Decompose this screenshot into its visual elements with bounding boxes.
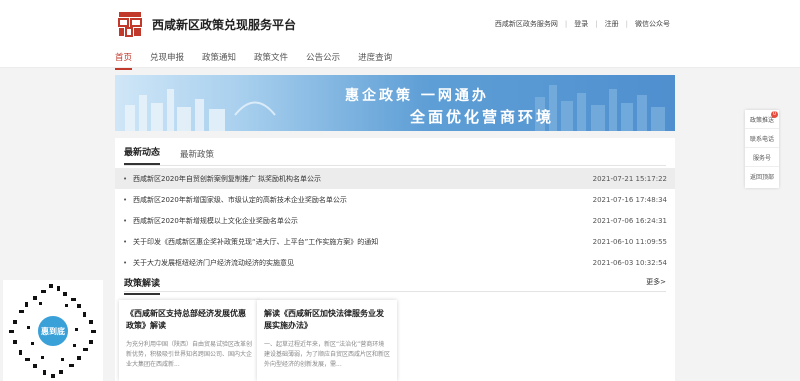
qr-label: 惠到底	[36, 314, 70, 348]
nav-apply[interactable]: 兑现申报	[150, 51, 184, 70]
banner-slogan-2: 全面优化营商环境	[410, 108, 555, 126]
skyline-illustration	[125, 89, 276, 131]
divider: |	[564, 20, 568, 28]
news-item[interactable]: • 西咸新区2020年自贸创新案例复制推广 拟奖励机构名单公示 2021-07-…	[115, 168, 675, 189]
nav-notices[interactable]: 政策通知	[202, 51, 236, 70]
news-title[interactable]: 关于印发《西咸新区惠企奖补政策兑现“进大厅、上平台”工作实施方案》的通知	[133, 237, 587, 247]
policy-card[interactable]: 解读《西咸新区加快法律服务业发展实施办法》 一、起草过程近年来，新区“法治化”营…	[257, 300, 397, 381]
tab-latest-policy[interactable]: 最新政策	[180, 148, 214, 165]
sidebar-item-phone[interactable]: 联系电话	[745, 129, 779, 148]
news-item[interactable]: • 关于印发《西咸新区惠企奖补政策兑现“进大厅、上平台”工作实施方案》的通知 2…	[115, 231, 675, 252]
main-nav: 首页 兑现申报 政策通知 政策文件 公告公示 进度查询	[115, 51, 410, 70]
card-title[interactable]: 《西咸新区支持总部经济发展优惠政策》解读	[126, 308, 252, 332]
top-header: 西咸新区政策兑现服务平台 西咸新区政务服务网 | 登录 | 注册 | 微信公众号…	[0, 0, 800, 70]
bullet-icon: •	[123, 216, 128, 225]
news-date: 2021-07-06 16:24:31	[592, 216, 667, 225]
policy-section-header: 政策解读 更多>	[124, 274, 666, 295]
news-title[interactable]: 西咸新区2020年新增规模以上文化企业奖励名单公示	[133, 216, 587, 226]
floating-sidebar: 政策推送 0 联系电话 服务号 返回顶部	[745, 110, 779, 188]
gov-service-link[interactable]: 西咸新区政务服务网	[495, 19, 558, 29]
notification-badge: 0	[771, 111, 778, 118]
site-title: 西咸新区政策兑现服务平台	[152, 18, 297, 32]
nav-documents[interactable]: 政策文件	[254, 51, 288, 70]
news-item[interactable]: • 关于大力发展枢纽经济门户经济流动经济的实施意见 2021-06-03 10:…	[115, 252, 675, 273]
bullet-icon: •	[123, 258, 128, 267]
card-excerpt: 一、起草过程近年来，新区“法治化”营商环境建设基础薄弱，为了顺应自贸区西咸片区和…	[264, 341, 390, 368]
divider: |	[595, 20, 598, 28]
divider: |	[625, 20, 628, 28]
tab-latest-news[interactable]: 最新动态	[124, 145, 161, 165]
sidebar-item-label: 服务号	[752, 154, 771, 162]
news-date: 2021-07-16 17:48:34	[592, 195, 667, 204]
news-title[interactable]: 西咸新区2020年自贸创新案例复制推广 拟奖励机构名单公示	[133, 174, 587, 184]
mini-program-qr-code[interactable]: 惠到底	[3, 280, 103, 381]
wechat-link[interactable]: 微信公众号	[635, 19, 670, 29]
news-date: 2021-07-21 15:17:22	[592, 174, 667, 183]
sidebar-item-service-account[interactable]: 服务号	[745, 148, 779, 167]
section-title: 政策解读	[124, 276, 161, 295]
card-excerpt: 为充分利用中国（陕西）自由贸易试验区改革创新优势，积极吸引世界知名跨国公司、国内…	[126, 341, 252, 368]
main-content: 最新动态 最新政策 • 西咸新区2020年自贸创新案例复制推广 拟奖励机构名单公…	[115, 138, 675, 381]
news-item[interactable]: • 西咸新区2020年新增国家级、市级认定的高新技术企业奖励名单公示 2021-…	[115, 189, 675, 210]
news-title[interactable]: 西咸新区2020年新增国家级、市级认定的高新技术企业奖励名单公示	[133, 195, 587, 205]
register-link[interactable]: 注册	[605, 19, 619, 29]
sidebar-item-label: 返回顶部	[749, 174, 774, 181]
news-title[interactable]: 关于大力发展枢纽经济门户经济流动经济的实施意见	[133, 258, 587, 268]
login-link[interactable]: 登录	[574, 19, 588, 29]
news-date: 2021-06-03 10:32:54	[592, 258, 667, 267]
bullet-icon: •	[123, 237, 128, 246]
nav-home[interactable]: 首页	[115, 51, 133, 70]
bullet-icon: •	[123, 174, 128, 183]
bullet-icon: •	[123, 195, 128, 204]
seal-logo-icon[interactable]	[116, 10, 144, 38]
banner-slogan-1: 惠企政策 一网通办	[345, 88, 489, 104]
policy-card[interactable]: 《西咸新区支持总部经济发展优惠政策》解读 为充分利用中国（陕西）自由贸易试验区改…	[119, 300, 259, 381]
more-link[interactable]: 更多>	[646, 277, 666, 287]
news-item[interactable]: • 西咸新区2020年新增规模以上文化企业奖励名单公示 2021-07-06 1…	[115, 210, 675, 231]
news-tabs: 最新动态 最新政策	[124, 146, 666, 166]
card-title[interactable]: 解读《西咸新区加快法律服务业发展实施办法》	[264, 308, 390, 332]
nav-progress[interactable]: 进度查询	[358, 51, 392, 70]
hero-banner[interactable]: 惠企政策 一网通办 全面优化营商环境	[115, 75, 675, 131]
sidebar-item-policy-push[interactable]: 政策推送 0	[745, 110, 779, 129]
sidebar-item-back-to-top[interactable]: 返回顶部	[745, 167, 779, 186]
news-date: 2021-06-10 11:09:55	[592, 237, 667, 246]
top-links: 西咸新区政务服务网 | 登录 | 注册 | 微信公众号	[495, 19, 670, 29]
sidebar-item-label: 联系电话	[749, 135, 774, 143]
news-list: • 西咸新区2020年自贸创新案例复制推广 拟奖励机构名单公示 2021-07-…	[115, 168, 675, 273]
nav-announcements[interactable]: 公告公示	[306, 51, 340, 70]
